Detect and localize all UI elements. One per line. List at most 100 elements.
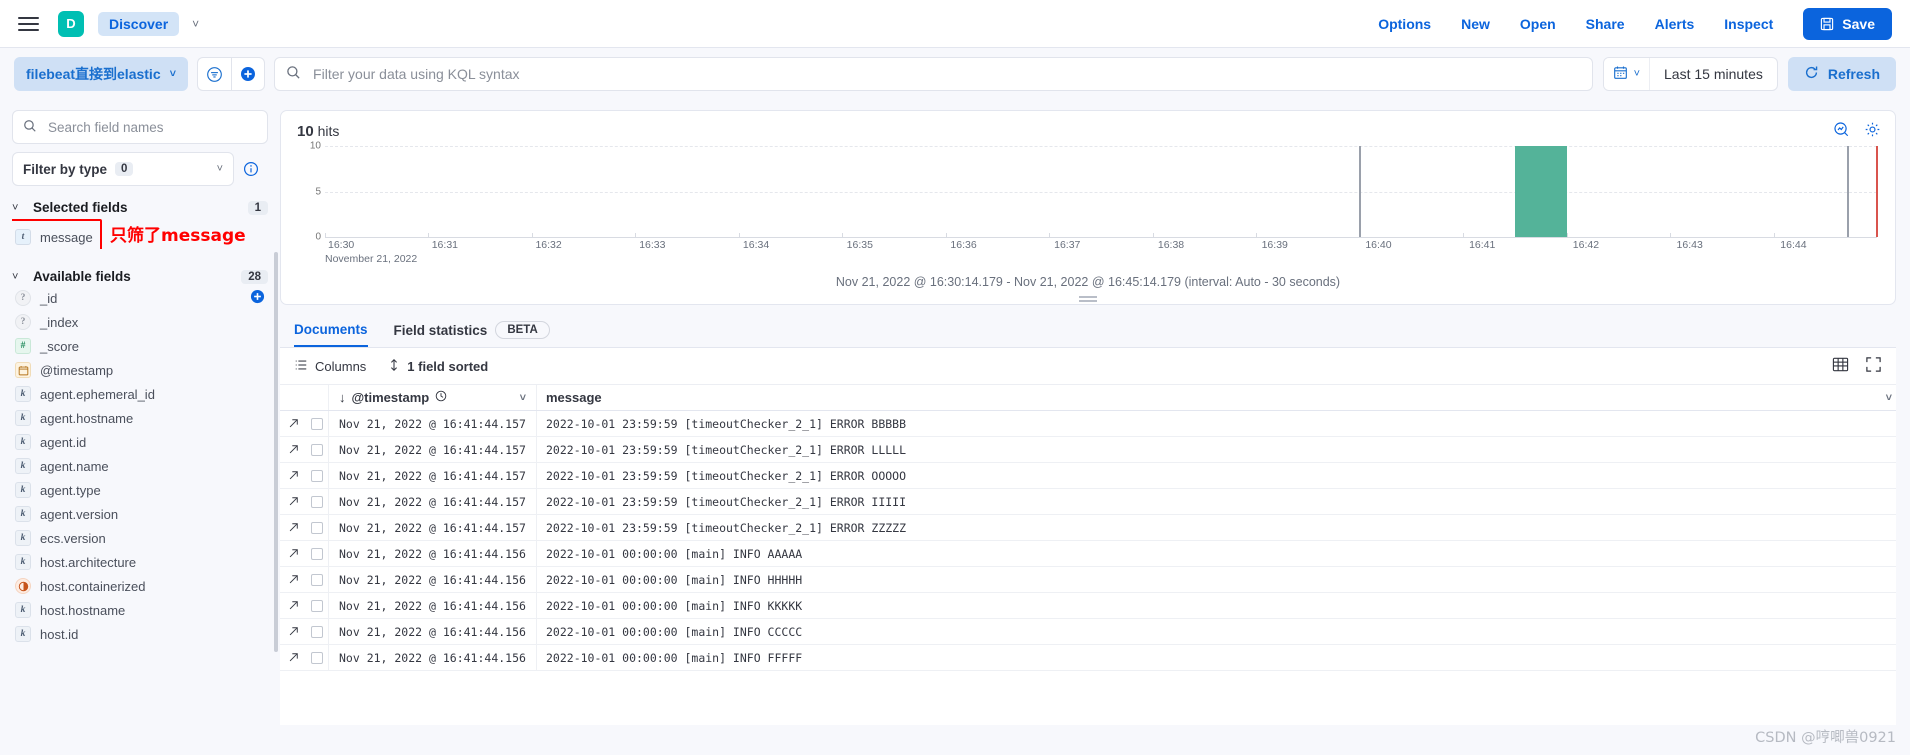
tab-documents[interactable]: Documents xyxy=(294,313,368,347)
row-checkbox[interactable] xyxy=(311,573,323,586)
fields-help-icon[interactable] xyxy=(234,152,268,186)
field-row-host-id[interactable]: k host.id xyxy=(12,622,268,646)
row-checkbox[interactable] xyxy=(311,599,323,612)
expand-row-icon[interactable] xyxy=(280,652,306,663)
field-row-agent-ephemeral-id[interactable]: k agent.ephemeral_id xyxy=(12,382,268,406)
table-row[interactable]: Nov 21, 2022 @ 16:41:44.156 2022-10-01 00… xyxy=(280,541,1896,567)
table-row[interactable]: Nov 21, 2022 @ 16:41:44.157 2022-10-01 23… xyxy=(280,463,1896,489)
filter-funnel-icon[interactable] xyxy=(197,57,232,91)
gear-icon[interactable] xyxy=(1864,121,1881,141)
expand-row-icon[interactable] xyxy=(280,418,306,429)
search-field-names-input[interactable] xyxy=(46,118,257,136)
sort-icon xyxy=(388,358,400,375)
row-checkbox[interactable] xyxy=(311,495,323,508)
field-row-ecs-version[interactable]: k ecs.version xyxy=(12,526,268,550)
calendar-button[interactable]: ˅ xyxy=(1603,58,1651,90)
save-button[interactable]: Save xyxy=(1803,7,1892,40)
row-checkbox[interactable] xyxy=(311,417,323,430)
field-row-agent-name[interactable]: k agent.name xyxy=(12,454,268,478)
nav-link-open[interactable]: Open xyxy=(1520,16,1556,32)
chevron-down-icon: ˅ xyxy=(12,270,19,283)
column-header-timestamp[interactable]: ↓ @timestamp ˅ xyxy=(328,385,536,410)
sort-button[interactable]: 1 field sorted xyxy=(388,358,488,375)
table-row[interactable]: Nov 21, 2022 @ 16:41:44.156 2022-10-01 00… xyxy=(280,645,1896,671)
field-search-box[interactable] xyxy=(12,110,268,144)
table-row[interactable]: Nov 21, 2022 @ 16:41:44.156 2022-10-01 00… xyxy=(280,619,1896,645)
table-density-icon[interactable] xyxy=(1832,356,1849,376)
field-name-label: message xyxy=(40,229,93,245)
refresh-icon xyxy=(1804,65,1819,83)
table-row[interactable]: Nov 21, 2022 @ 16:41:44.156 2022-10-01 00… xyxy=(280,567,1896,593)
save-disk-icon xyxy=(1820,17,1834,31)
filter-button-group xyxy=(197,57,266,91)
fullscreen-icon[interactable] xyxy=(1865,356,1882,376)
selected-fields-header[interactable]: ˅ Selected fields 1 xyxy=(12,200,268,215)
selected-fields-list: t message 只筛了message xyxy=(12,217,268,249)
table-row[interactable]: Nov 21, 2022 @ 16:41:44.156 2022-10-01 00… xyxy=(280,593,1896,619)
resize-handle[interactable] xyxy=(1079,296,1097,302)
nav-link-options[interactable]: Options xyxy=(1378,16,1431,32)
expand-row-icon[interactable] xyxy=(280,626,306,637)
field-row-message[interactable]: t message 只筛了message xyxy=(12,219,268,249)
field-row--timestamp[interactable]: @timestamp xyxy=(12,358,268,382)
filter-by-type-select[interactable]: Filter by type 0 ˅ xyxy=(12,152,234,186)
expand-row-icon[interactable] xyxy=(280,496,306,507)
field-row-host-architecture[interactable]: k host.architecture xyxy=(12,550,268,574)
data-view-selector[interactable]: filebeat直接到elastic ˅ xyxy=(14,57,189,91)
nav-link-inspect[interactable]: Inspect xyxy=(1724,16,1773,32)
row-checkbox[interactable] xyxy=(311,521,323,534)
field-row-agent-version[interactable]: k agent.version xyxy=(12,502,268,526)
expand-row-icon[interactable] xyxy=(280,548,306,559)
field-row-host-hostname[interactable]: k host.hostname xyxy=(12,598,268,622)
field-row-agent-hostname[interactable]: k agent.hostname xyxy=(12,406,268,430)
chevron-down-icon[interactable]: ˅ xyxy=(192,17,199,31)
table-row[interactable]: Nov 21, 2022 @ 16:41:44.157 2022-10-01 23… xyxy=(280,437,1896,463)
date-range-label[interactable]: Last 15 minutes xyxy=(1650,66,1777,82)
histogram-plot[interactable]: 0 5 10 xyxy=(310,141,1878,243)
row-checkbox[interactable] xyxy=(311,625,323,638)
nav-link-alerts[interactable]: Alerts xyxy=(1655,16,1695,32)
expand-row-icon[interactable] xyxy=(280,574,306,585)
field-row--score[interactable]: # _score xyxy=(12,334,268,358)
date-picker[interactable]: ˅ Last 15 minutes xyxy=(1602,57,1778,91)
field-row-host-containerized[interactable]: host.containerized xyxy=(12,574,268,598)
field-row--id[interactable]: ? _id xyxy=(12,286,268,310)
chevron-down-icon[interactable]: ˅ xyxy=(520,392,526,404)
expand-row-icon[interactable] xyxy=(280,522,306,533)
add-filter-icon[interactable] xyxy=(231,57,266,91)
refresh-button[interactable]: Refresh xyxy=(1787,57,1896,91)
field-row-agent-type[interactable]: k agent.type xyxy=(12,478,268,502)
row-checkbox[interactable] xyxy=(311,469,323,482)
expand-row-icon[interactable] xyxy=(280,600,306,611)
sidebar-scrollbar[interactable] xyxy=(274,252,278,652)
row-checkbox[interactable] xyxy=(311,547,323,560)
field-name-label: host.containerized xyxy=(40,578,146,594)
expand-row-icon[interactable] xyxy=(280,470,306,481)
hamburger-menu-icon[interactable] xyxy=(18,11,44,37)
table-row[interactable]: Nov 21, 2022 @ 16:41:44.157 2022-10-01 23… xyxy=(280,489,1896,515)
nav-link-share[interactable]: Share xyxy=(1586,16,1625,32)
columns-button[interactable]: Columns xyxy=(294,358,366,375)
field-row-agent-id[interactable]: k agent.id xyxy=(12,430,268,454)
tab-field-statistics[interactable]: Field statistics xyxy=(394,314,488,346)
histogram-bar[interactable] xyxy=(1514,146,1567,237)
inspect-chart-icon[interactable] xyxy=(1833,121,1850,141)
column-header-message[interactable]: message ˅ xyxy=(536,385,1896,410)
available-fields-header[interactable]: ˅ Available fields 28 xyxy=(12,269,268,284)
search-input[interactable] xyxy=(311,65,1581,83)
beta-badge[interactable]: BETA xyxy=(495,321,550,339)
row-checkbox[interactable] xyxy=(311,651,323,664)
chevron-down-icon[interactable]: ˅ xyxy=(1886,392,1892,404)
expand-row-icon[interactable] xyxy=(280,444,306,455)
avatar[interactable]: D xyxy=(58,10,84,37)
table-row[interactable]: Nov 21, 2022 @ 16:41:44.157 2022-10-01 23… xyxy=(280,515,1896,541)
data-view-label: filebeat直接到elastic xyxy=(26,66,161,82)
nav-link-new[interactable]: New xyxy=(1461,16,1490,32)
row-checkbox[interactable] xyxy=(311,443,323,456)
kql-query-bar[interactable] xyxy=(274,57,1593,91)
add-field-icon[interactable] xyxy=(250,289,265,307)
field-row--index[interactable]: ? _index xyxy=(12,310,268,334)
chrome-navigation-bar: D Discover ˅ Options New Open Share Aler… xyxy=(0,0,1910,48)
table-row[interactable]: Nov 21, 2022 @ 16:41:44.157 2022-10-01 23… xyxy=(280,411,1896,437)
breadcrumb[interactable]: Discover xyxy=(98,11,180,36)
